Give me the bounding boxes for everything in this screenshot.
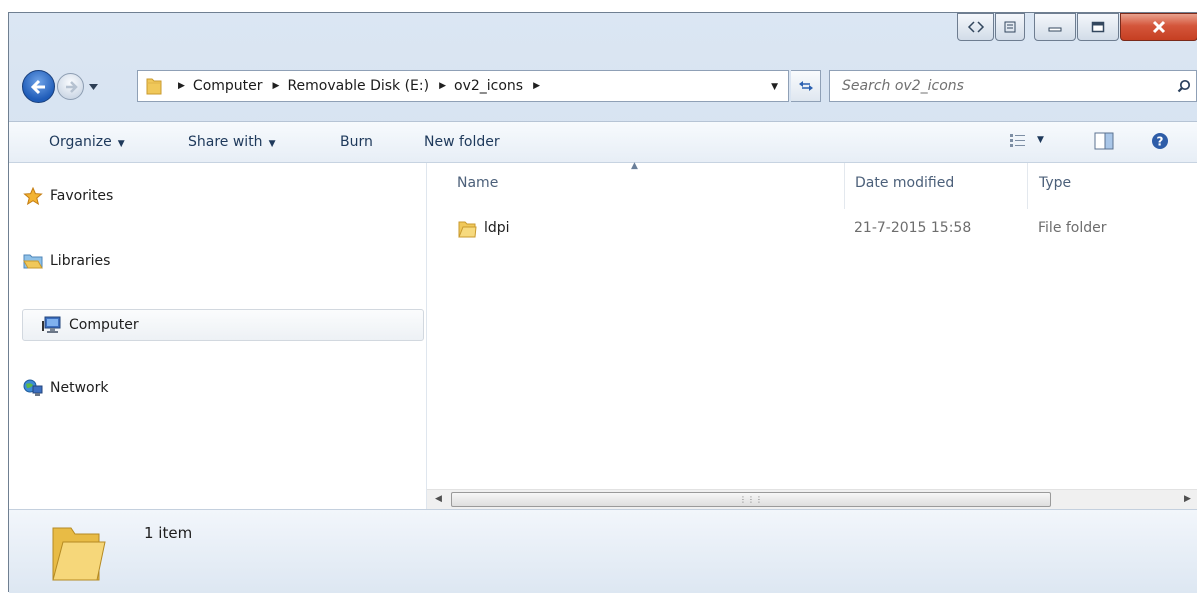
share-with-menu[interactable]: Share with ▼ — [188, 134, 275, 150]
column-header-name[interactable]: Name — [457, 175, 498, 191]
nav-item-label: Computer — [69, 317, 139, 333]
new-folder-button[interactable]: New folder — [424, 134, 500, 150]
command-bar: Organize ▼ Share with ▼ Burn New folder ▼ … — [9, 121, 1197, 163]
change-view-button[interactable]: ▼ — [1009, 133, 1044, 147]
star-icon — [22, 187, 44, 205]
sort-ascending-icon: ▲ — [631, 161, 638, 171]
window-chrome: ▶ Computer ▶ Removable Disk (E:) ▶ ov2_i… — [9, 13, 1197, 121]
column-divider[interactable] — [844, 163, 845, 209]
computer-icon — [41, 316, 63, 334]
maximize-icon — [1091, 21, 1105, 33]
refresh-button[interactable] — [791, 70, 821, 102]
explorer-window: ▶ Computer ▶ Removable Disk (E:) ▶ ov2_i… — [8, 12, 1197, 593]
folder-icon — [457, 219, 477, 243]
help-icon: ? — [1152, 133, 1168, 149]
restore-panel-button[interactable] — [995, 13, 1025, 41]
forward-button[interactable] — [57, 73, 84, 100]
nav-item-computer[interactable]: Computer — [22, 309, 424, 341]
burn-button[interactable]: Burn — [340, 134, 373, 150]
folder-icon — [146, 76, 168, 96]
item-count: 1 item — [144, 524, 193, 542]
file-type: File folder — [1038, 220, 1107, 236]
back-forward-toggle-icon — [967, 21, 984, 33]
breadcrumb-removable-disk[interactable]: Removable Disk (E:) — [287, 78, 429, 94]
nav-item-network[interactable]: Network — [22, 373, 108, 403]
help-button[interactable]: ? — [1151, 132, 1169, 154]
file-list: ▲ Name Date modified Type ldpi 21-7-2015… — [427, 161, 1197, 509]
back-forward-toggle-button[interactable] — [957, 13, 994, 41]
minimize-icon — [1048, 27, 1062, 32]
breadcrumb-separator-icon[interactable]: ▶ — [273, 81, 280, 91]
search-placeholder: Search ov2_icons — [842, 78, 964, 94]
chevron-down-icon: ▼ — [117, 139, 125, 149]
folder-icon — [49, 524, 109, 590]
table-row[interactable]: ldpi 21-7-2015 15:58 File folder — [457, 217, 1197, 243]
breadcrumb-separator-icon[interactable]: ▶ — [439, 81, 446, 91]
back-arrow-icon — [30, 79, 45, 94]
nav-item-favorites[interactable]: Favorites — [22, 181, 113, 211]
view-details-icon — [1010, 134, 1025, 147]
breadcrumb-separator-icon[interactable]: ▶ — [533, 81, 540, 91]
address-bar[interactable]: ▶ Computer ▶ Removable Disk (E:) ▶ ov2_i… — [137, 70, 789, 102]
network-icon — [22, 379, 44, 397]
chevron-down-icon: ▼ — [1037, 135, 1044, 145]
search-icon[interactable] — [1172, 79, 1196, 93]
share-with-label: Share with — [188, 134, 263, 150]
maximize-button[interactable] — [1077, 13, 1119, 41]
grip-icon: ⋮⋮⋮ — [739, 495, 763, 504]
column-header-type[interactable]: Type — [1039, 175, 1071, 191]
file-date-modified: 21-7-2015 15:58 — [854, 220, 972, 236]
scroll-left-icon[interactable]: ◀ — [435, 494, 442, 504]
breadcrumb-ov2-icons[interactable]: ov2_icons — [454, 78, 523, 94]
restore-icon — [1004, 21, 1016, 33]
nav-item-label: Libraries — [50, 253, 111, 269]
back-button[interactable] — [22, 70, 55, 103]
search-input[interactable]: Search ov2_icons — [829, 70, 1197, 102]
refresh-icon — [798, 81, 813, 91]
close-button[interactable] — [1120, 13, 1197, 41]
preview-pane-icon — [1094, 132, 1114, 150]
horizontal-scrollbar[interactable]: ◀ ⋮⋮⋮ ▶ — [427, 489, 1197, 509]
nav-item-libraries[interactable]: Libraries — [22, 246, 110, 276]
recent-pages-dropdown[interactable] — [88, 83, 98, 91]
close-icon — [1152, 20, 1166, 34]
column-header-date-modified[interactable]: Date modified — [855, 175, 954, 191]
organize-label: Organize — [49, 134, 112, 150]
file-name: ldpi — [484, 220, 510, 236]
scroll-right-icon[interactable]: ▶ — [1184, 494, 1191, 504]
breadcrumb-computer[interactable]: Computer — [193, 78, 263, 94]
chevron-down-icon: ▼ — [268, 139, 276, 149]
minimize-button[interactable] — [1034, 13, 1076, 41]
details-pane: 1 item — [9, 509, 1197, 593]
preview-pane-button[interactable] — [1094, 132, 1114, 154]
libraries-icon — [22, 252, 44, 270]
breadcrumb-separator-icon[interactable]: ▶ — [178, 81, 185, 91]
address-history-dropdown-icon[interactable]: ▼ — [771, 82, 778, 92]
column-divider[interactable] — [1027, 163, 1028, 209]
navigation-pane: Favorites Libraries Computer Network — [9, 163, 427, 509]
chevron-down-icon — [88, 84, 98, 90]
nav-item-label: Favorites — [50, 188, 114, 204]
nav-item-label: Network — [50, 380, 109, 396]
scrollbar-thumb[interactable]: ⋮⋮⋮ — [451, 492, 1051, 507]
organize-menu[interactable]: Organize ▼ — [49, 134, 125, 150]
svg-text:?: ? — [1157, 135, 1164, 149]
forward-arrow-icon — [65, 80, 78, 93]
